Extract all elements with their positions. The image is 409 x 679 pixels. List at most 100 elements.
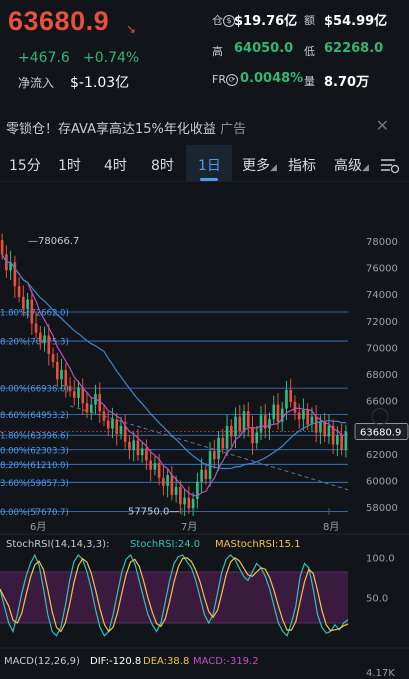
candle-body bbox=[255, 432, 259, 444]
turnover-label: 额 bbox=[304, 14, 315, 27]
candle-body bbox=[234, 416, 237, 437]
candle-body bbox=[204, 469, 208, 480]
candle-body bbox=[111, 419, 114, 429]
candle-body bbox=[340, 435, 343, 450]
candle-body bbox=[140, 448, 144, 456]
fib-level-label: 3.60%(59857.3) bbox=[0, 479, 69, 489]
fib-level-label: 8.20%(61210.0) bbox=[0, 461, 69, 471]
candle-body bbox=[268, 419, 271, 429]
ticker-header: 63680.9 ↘ +467.6 +0.74% 净流入 $-1.03亿 仓 $ $… bbox=[0, 0, 409, 100]
candle-body bbox=[179, 487, 182, 505]
tab-indicators[interactable]: 指标 bbox=[288, 155, 316, 175]
candle-body bbox=[132, 440, 135, 450]
candle-body bbox=[336, 435, 339, 445]
candle-body bbox=[149, 460, 152, 470]
change-abs: +467.6 bbox=[18, 50, 70, 66]
candle-body bbox=[213, 451, 216, 460]
y-axis-tick-label: 58000 bbox=[366, 503, 398, 514]
tab-advanced[interactable]: 高级◢ bbox=[334, 155, 369, 175]
y-axis-tick-label: 60000 bbox=[366, 476, 398, 487]
y-axis-tick-label: 76000 bbox=[366, 264, 398, 275]
candle-body bbox=[174, 487, 178, 496]
candle-body bbox=[344, 431, 348, 450]
stochrsi-axis-label: 100.0 bbox=[366, 554, 395, 565]
candle-body bbox=[68, 385, 72, 392]
change-pct: +0.74% bbox=[83, 50, 140, 66]
tab-1h[interactable]: 1时 bbox=[58, 155, 81, 175]
promo-banner[interactable]: 零锁仓！存AVA享高达15%年化收益 广告 ✕ bbox=[0, 110, 409, 140]
macd-dif-value: DIF:-120.8 bbox=[90, 656, 141, 667]
candle-body bbox=[0, 240, 4, 255]
tab-8h[interactable]: 8时 bbox=[151, 155, 174, 175]
chart-settings-icon[interactable] bbox=[380, 156, 400, 174]
candle-body bbox=[302, 409, 305, 420]
candle-body bbox=[170, 475, 174, 496]
candle-body bbox=[77, 387, 80, 398]
net-inflow-label: 净流入 bbox=[18, 76, 55, 90]
candle-body bbox=[289, 389, 293, 402]
candle-body bbox=[217, 437, 220, 460]
candle-body bbox=[157, 463, 161, 478]
stochrsi-axis-label: 50.0 bbox=[366, 594, 388, 605]
candle-body bbox=[22, 296, 25, 309]
promo-text[interactable]: 零锁仓！存AVA享高达15%年化收益 广告 bbox=[6, 118, 246, 137]
fib-level-label: 0.00%(66936.0) bbox=[0, 385, 69, 395]
tab-15m[interactable]: 15分 bbox=[9, 155, 41, 175]
y-axis-tick-label: 68000 bbox=[366, 370, 398, 381]
candle-body bbox=[242, 411, 246, 432]
candle-body bbox=[60, 370, 63, 380]
candle-body bbox=[166, 475, 169, 486]
candle-body bbox=[191, 499, 195, 509]
candle-body bbox=[72, 391, 76, 398]
candle-body bbox=[221, 437, 225, 449]
position-value: $19.76亿 bbox=[234, 14, 298, 29]
candle-body bbox=[47, 335, 51, 355]
candle-body bbox=[225, 425, 229, 449]
candle-body bbox=[64, 370, 68, 386]
fib-level-label: 0.00%(62303.3) bbox=[0, 446, 69, 456]
macd-axis-label: 4.17K bbox=[366, 668, 395, 679]
candle-body bbox=[276, 404, 280, 422]
candle-body bbox=[238, 416, 242, 432]
low-label: 低 bbox=[304, 45, 315, 58]
candle-body bbox=[323, 421, 326, 437]
funding-label: FR ⟳ bbox=[212, 73, 238, 86]
funding-value: 0.0048% bbox=[240, 71, 304, 86]
candle-body bbox=[251, 427, 254, 444]
candle-body bbox=[183, 497, 186, 505]
close-icon[interactable]: ✕ bbox=[376, 116, 389, 135]
active-tab-underline bbox=[200, 178, 218, 181]
y-axis-tick-label: 72000 bbox=[366, 317, 398, 328]
candlestick-chart[interactable]: 7800076000740007200070000680006600064000… bbox=[0, 182, 409, 679]
fib-level-label: 1.80%(63396.6) bbox=[0, 432, 69, 442]
x-axis-tick-label: 6月 bbox=[30, 521, 46, 533]
macd-params: MACD(12,26,9) bbox=[4, 656, 80, 667]
candle-body bbox=[153, 463, 157, 470]
tab-more[interactable]: 更多◢ bbox=[242, 155, 277, 175]
candle-body bbox=[200, 469, 203, 482]
high-marker-label: —78066.7 bbox=[28, 236, 79, 247]
candle-body bbox=[285, 389, 288, 409]
tab-1d[interactable]: 1日 bbox=[198, 155, 221, 175]
candle-body bbox=[102, 411, 106, 421]
price-trend-arrow-icon: ↘ bbox=[126, 22, 137, 36]
y-axis-tick-label: 62000 bbox=[366, 450, 398, 461]
y-axis-tick-label: 74000 bbox=[366, 290, 398, 301]
position-label: 仓 $ bbox=[212, 12, 235, 28]
candle-body bbox=[136, 440, 140, 456]
candle-body bbox=[26, 299, 29, 309]
y-axis-tick-label: 70000 bbox=[366, 343, 398, 354]
fib-level-label: 8.60%(64953.2) bbox=[0, 411, 69, 421]
high-label: 高 bbox=[212, 45, 223, 58]
candle-body bbox=[17, 286, 21, 297]
candle-body bbox=[314, 416, 318, 433]
tab-4h[interactable]: 4时 bbox=[104, 155, 127, 175]
current-price-tag: 63680.9 bbox=[360, 427, 401, 438]
clock-icon[interactable]: ⟳ bbox=[225, 74, 238, 86]
stochrsi-d-value: MAStochRSI:15.1 bbox=[215, 539, 301, 550]
fib-level-label: 0.00%(57670.7) bbox=[0, 508, 69, 518]
last-price: 63680.9 bbox=[8, 6, 110, 36]
candle-body bbox=[89, 404, 93, 413]
x-axis-tick-label: 7月 bbox=[181, 521, 197, 533]
candle-body bbox=[297, 412, 301, 420]
